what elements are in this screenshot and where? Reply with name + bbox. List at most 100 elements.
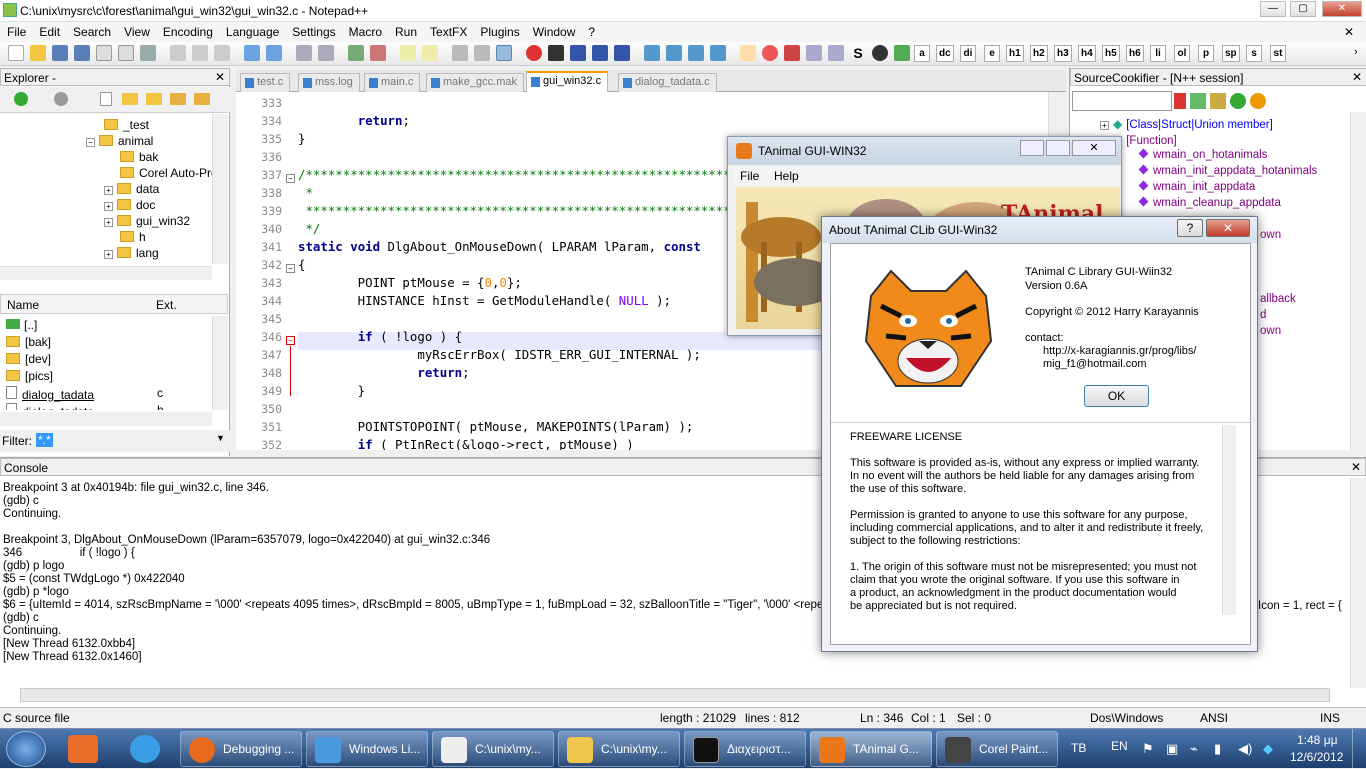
heart-icon[interactable]: [762, 45, 778, 61]
start-button[interactable]: [6, 731, 46, 767]
menu-settings[interactable]: Settings: [285, 22, 341, 39]
down-icon[interactable]: [688, 45, 704, 61]
console-close-icon[interactable]: ✕: [1351, 460, 1361, 474]
html-tag-h5[interactable]: h5: [1102, 45, 1120, 62]
tab-make-gcc[interactable]: make_gcc.mak: [426, 73, 524, 92]
col-ext[interactable]: Ext.: [156, 298, 177, 312]
maximize-button[interactable]: ▢: [1290, 1, 1316, 17]
symbol-item[interactable]: wmain_init_appdata_hotanimals: [1138, 164, 1317, 177]
open-file-icon[interactable]: [30, 45, 46, 61]
lang-indicator-en[interactable]: EN: [1111, 739, 1128, 753]
menu-file[interactable]: File: [0, 22, 32, 39]
minimize-button[interactable]: —: [1260, 1, 1286, 17]
html-tag-st[interactable]: st: [1270, 45, 1286, 62]
tanimal-minimize-button[interactable]: [1020, 140, 1044, 156]
new-folder-icon[interactable]: [122, 93, 138, 105]
tree-folder-data[interactable]: + data: [104, 182, 159, 196]
tree-folder-gui-win32[interactable]: + gui_win32: [104, 214, 190, 228]
redo-icon[interactable]: [266, 45, 282, 61]
sourcecookifier-vscroll[interactable]: [1350, 112, 1366, 450]
spellcheck-icon[interactable]: [894, 45, 910, 61]
doc-map-icon[interactable]: [806, 45, 822, 61]
zoom-out-icon[interactable]: [370, 45, 386, 61]
unfold-icon[interactable]: [710, 45, 726, 61]
list-item[interactable]: [pics]: [6, 369, 53, 383]
taskbar-item-firefox[interactable]: Debugging ...: [180, 731, 302, 767]
html-tag-h2[interactable]: h2: [1030, 45, 1048, 62]
symbol-item[interactable]: wmain_init_appdata: [1138, 180, 1255, 193]
save-icon[interactable]: [52, 45, 68, 61]
taskbar-item-corel[interactable]: Corel Paint...: [936, 731, 1058, 767]
folder-up-icon[interactable]: [170, 93, 186, 105]
function-icon[interactable]: [784, 45, 800, 61]
expand-icon[interactable]: +: [1100, 121, 1109, 130]
tanimal-close-button[interactable]: ✕: [1072, 140, 1116, 156]
close-button[interactable]: ✕: [1322, 1, 1362, 17]
close-file-icon[interactable]: [96, 45, 112, 61]
console-hscroll[interactable]: [20, 688, 1330, 702]
html-tag-s[interactable]: s: [1246, 45, 1262, 62]
flag-icon[interactable]: ⚑: [1142, 741, 1154, 757]
html-tag-h1[interactable]: h1: [1006, 45, 1024, 62]
tree-hscroll[interactable]: [0, 266, 212, 280]
tab-mss-log[interactable]: mss.log: [298, 73, 360, 92]
highlight-icon[interactable]: [740, 45, 756, 61]
about-link-email[interactable]: mig_f1@hotmail.com: [1043, 358, 1146, 370]
media-player-icon[interactable]: [68, 735, 98, 763]
lang-indicator-tb[interactable]: TB: [1071, 741, 1086, 755]
html-tag-a[interactable]: a: [914, 45, 930, 62]
col-name[interactable]: Name: [7, 298, 39, 312]
license-box[interactable]: FREEWARE LICENSE This software is provide…: [831, 422, 1250, 644]
menu-close-icon[interactable]: ✕: [1337, 22, 1360, 39]
list-icon[interactable]: [1210, 93, 1226, 109]
expand-icon[interactable]: +: [104, 186, 113, 195]
taskbar-item-tanimal[interactable]: TAnimal G...: [810, 731, 932, 767]
s-icon[interactable]: S: [850, 45, 866, 61]
clear-filter-icon[interactable]: [1174, 93, 1186, 109]
tanimal-menu-file[interactable]: File: [740, 169, 759, 183]
filter-input[interactable]: *.*: [36, 433, 53, 447]
sync-v-icon[interactable]: [400, 45, 416, 61]
dropbox-icon[interactable]: ◆: [1263, 741, 1273, 757]
volume-icon[interactable]: ◀): [1238, 741, 1252, 757]
save-all-icon[interactable]: [74, 45, 90, 61]
taskbar-item-cmd[interactable]: Διαχειριστ...: [684, 731, 806, 767]
file-list-vscroll[interactable]: [212, 316, 228, 410]
menu-language[interactable]: Language: [219, 22, 285, 39]
symbol-item-partial[interactable]: own: [1260, 229, 1281, 241]
tab-gui-win32[interactable]: gui_win32.c: [526, 71, 609, 92]
html-tag-h4[interactable]: h4: [1078, 45, 1096, 62]
clock-time[interactable]: 1:48 μμ: [1297, 733, 1338, 747]
record-macro-icon[interactable]: [526, 45, 542, 61]
about-help-button[interactable]: ?: [1177, 219, 1203, 237]
list-item[interactable]: [..]: [6, 318, 37, 332]
tree-folder-h[interactable]: h: [120, 230, 146, 244]
fold-marker-icon[interactable]: −: [286, 264, 295, 273]
ie-icon[interactable]: [130, 735, 160, 763]
list-item[interactable]: dialog_tadata: [6, 403, 94, 410]
undo-icon[interactable]: [244, 45, 260, 61]
cut-icon[interactable]: [170, 45, 186, 61]
find-icon[interactable]: [296, 45, 312, 61]
about-close-button[interactable]: ✕: [1206, 219, 1250, 237]
symbol-item[interactable]: wmain_on_hotanimals: [1138, 148, 1267, 161]
ok-button[interactable]: OK: [1084, 385, 1149, 407]
stop-macro-icon[interactable]: [548, 45, 564, 61]
tab-test-c[interactable]: test.c: [240, 73, 291, 92]
play-macro-icon[interactable]: [570, 45, 586, 61]
symbol-item-partial[interactable]: own: [1260, 325, 1281, 337]
replace-icon[interactable]: [318, 45, 334, 61]
tree-folder-animal[interactable]: − animal: [86, 134, 153, 148]
open-folder-icon[interactable]: [146, 93, 162, 105]
tab-main-c[interactable]: main.c: [364, 73, 421, 92]
expand-icon[interactable]: +: [104, 218, 113, 227]
menu-macro[interactable]: Macro: [342, 22, 388, 39]
list-item[interactable]: [bak]: [6, 335, 51, 349]
menu-view[interactable]: View: [117, 22, 156, 39]
usb-icon[interactable]: ⌁: [1190, 741, 1198, 757]
filter-dropdown-icon[interactable]: ▼: [216, 433, 225, 443]
sync-icon[interactable]: [1230, 93, 1246, 109]
power-icon[interactable]: ▮: [1214, 741, 1221, 757]
toolbar-overflow-icon[interactable]: ›: [1354, 46, 1358, 58]
symbol-group-class[interactable]: + ◆ [Class|Struct|Union member]: [1100, 117, 1273, 131]
